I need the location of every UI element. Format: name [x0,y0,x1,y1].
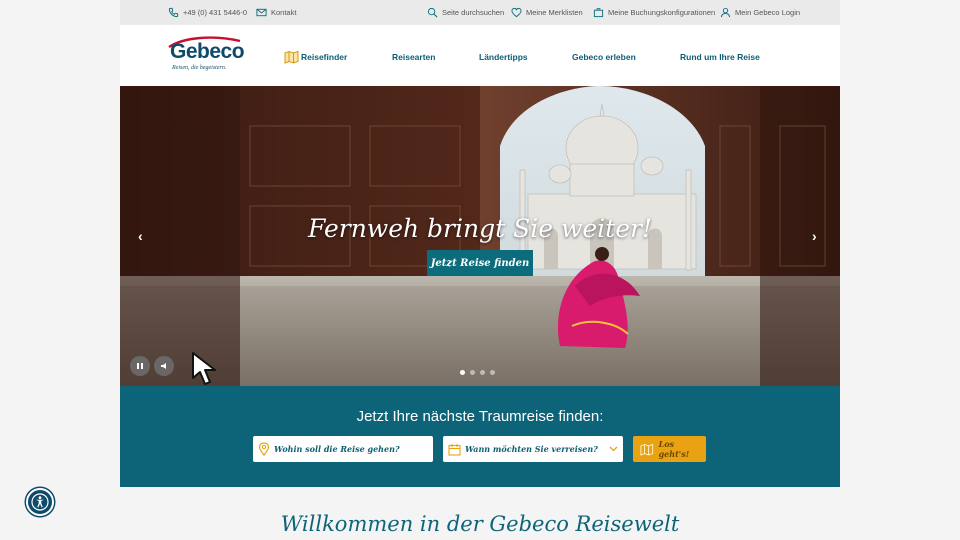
accessibility-button[interactable] [26,488,54,516]
destination-placeholder: Wohin soll die Reise gehen? [274,444,400,454]
accessibility-icon [31,493,49,511]
wishlist-link[interactable]: Meine Merklisten [511,0,583,25]
site-frame: +49 (0) 431 5446-0 Kontakt Seite durchsu… [120,0,840,540]
page: +49 (0) 431 5446-0 Kontakt Seite durchsu… [0,0,960,540]
contact-label: Kontakt [271,8,297,17]
nav-reisefinder[interactable]: Reisefinder [284,50,347,64]
pause-icon [137,363,143,369]
phone-link[interactable]: +49 (0) 431 5446-0 [168,0,247,25]
map-icon [284,50,299,64]
pause-button[interactable] [130,356,150,376]
hero-headline: Fernweh bringt Sie weiter! [307,214,652,243]
welcome-heading: Willkommen in der Gebeco Reisewelt [280,512,680,536]
suitcase-icon [593,8,604,18]
bookings-link[interactable]: Meine Buchungskonfigurationen [593,0,715,25]
nav-reisearten[interactable]: Reisearten [392,50,435,64]
search-submit-button[interactable]: Los geht's! [633,436,706,462]
slide-dot[interactable] [480,370,485,375]
gebeco-logo[interactable]: Gebeco Reisen, die begeistern. [166,35,246,77]
nav-label: Gebeco erleben [572,52,636,62]
logo-tagline: Reisen, die begeistern. [172,65,227,71]
chevron-down-icon [609,446,618,452]
slide-dot[interactable] [490,370,495,375]
site-search-link[interactable]: Seite durchsuchen [427,0,504,25]
bookings-label: Meine Buchungskonfigurationen [608,8,716,17]
search-heading: Jetzt Ihre nächste Traumreise finden: [356,408,604,425]
hero-slider: Fernweh bringt Sie weiter! Jetzt Reise f… [120,86,840,386]
find-trip-button[interactable]: Jetzt Reise finden [427,250,533,276]
login-link[interactable]: Mein Gebeco Login [720,0,800,25]
login-label: Mein Gebeco Login [735,8,801,17]
date-placeholder: Wann möchten Sie verreisen? [465,444,598,454]
prev-slide-arrow-icon[interactable]: ‹ [138,228,143,244]
slide-indicators [460,370,495,375]
user-icon [720,8,731,18]
search-icon [427,7,438,18]
mail-icon [256,8,267,17]
next-slide-arrow-icon[interactable]: › [812,228,817,244]
phone-icon [168,7,179,18]
mute-button[interactable] [154,356,174,376]
main-header: Gebeco Reisen, die begeistern. Reisefind… [120,25,840,86]
calendar-icon [448,443,461,456]
speaker-icon [161,363,166,369]
location-pin-icon [258,442,270,456]
phone-number: +49 (0) 431 5446-0 [183,8,248,17]
trip-search-panel: Jetzt Ihre nächste Traumreise finden: Wo… [120,386,840,487]
map-icon [640,443,654,456]
nav-label: Ländertipps [479,52,528,62]
destination-input[interactable]: Wohin soll die Reise gehen? [253,436,433,462]
wishlist-label: Meine Merklisten [526,8,583,17]
site-search-label: Seite durchsuchen [442,8,505,17]
utility-bar: +49 (0) 431 5446-0 Kontakt Seite durchsu… [120,0,840,25]
mouse-pointer-icon [192,352,216,385]
heart-icon [511,7,522,18]
nav-gebeco-erleben[interactable]: Gebeco erleben [572,50,636,64]
logo-wordmark: Gebeco [170,40,245,63]
nav-label: Reisefinder [301,52,348,62]
nav-laendertipps[interactable]: Ländertipps [479,50,528,64]
nav-label: Reisearten [392,52,436,62]
contact-link[interactable]: Kontakt [256,0,296,25]
search-submit-label: Los geht's! [658,439,690,459]
slide-dot[interactable] [460,370,465,375]
travel-date-select[interactable]: Wann möchten Sie verreisen? [443,436,623,462]
nav-rund-um-ihre-reise[interactable]: Rund um Ihre Reise [680,50,760,64]
slide-dot[interactable] [470,370,475,375]
nav-label: Rund um Ihre Reise [680,52,760,62]
